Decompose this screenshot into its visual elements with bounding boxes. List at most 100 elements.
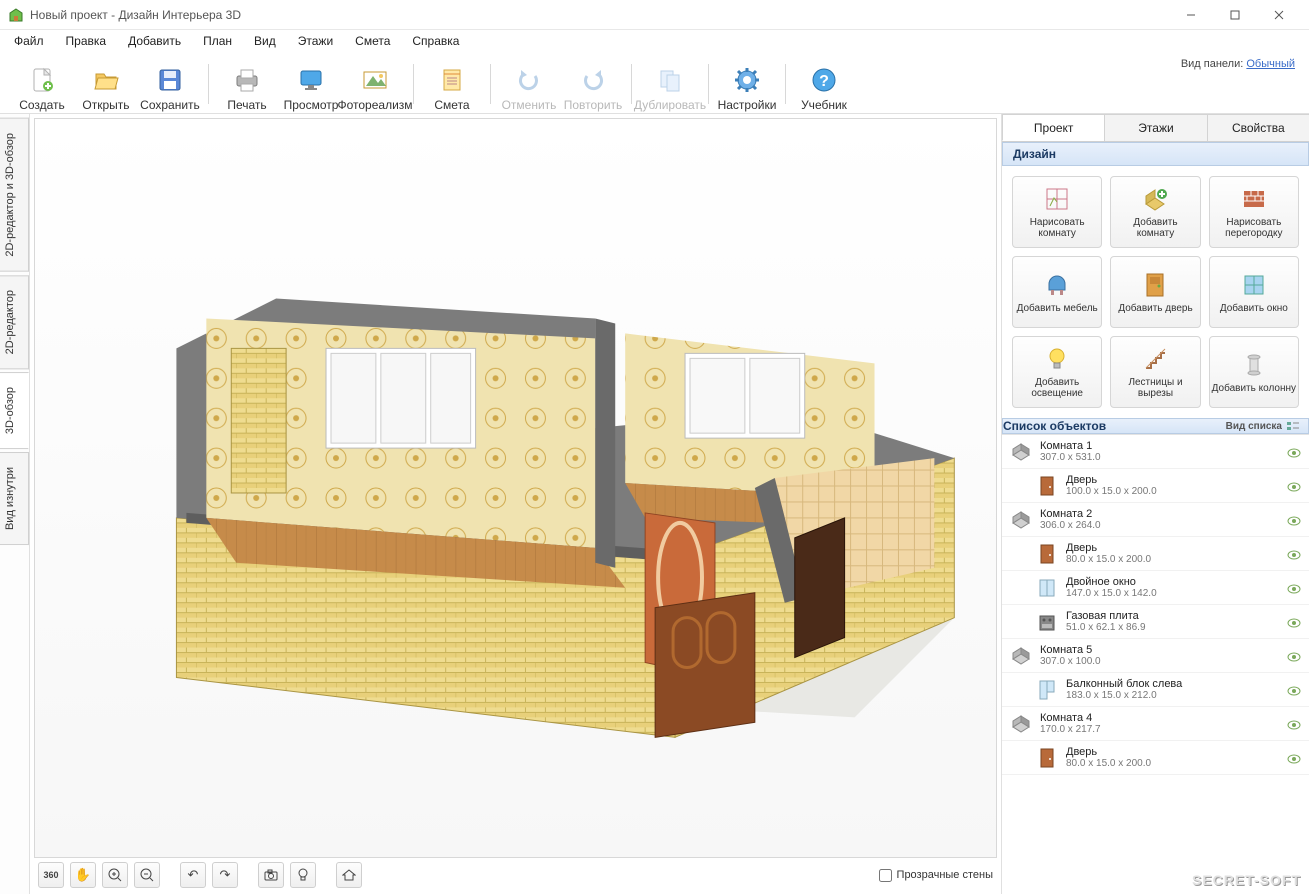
visibility-eye-icon[interactable] (1287, 652, 1301, 662)
transparent-walls-checkbox[interactable]: Прозрачные стены (879, 869, 993, 882)
tool-duplicate[interactable]: Дублировать (638, 56, 702, 112)
door-small-icon (1036, 747, 1058, 769)
right-tabs: Проект Этажи Свойства (1002, 114, 1309, 142)
object-dimensions: 147.0 x 15.0 x 142.0 (1066, 588, 1279, 599)
object-row[interactable]: Комната 2306.0 x 264.0 (1002, 503, 1309, 537)
tool-redo[interactable]: Повторить (561, 56, 625, 112)
menu-help[interactable]: Справка (402, 32, 469, 50)
room-3d-icon (1010, 713, 1032, 735)
object-dimensions: 307.0 x 100.0 (1040, 656, 1279, 667)
vtab-2d[interactable]: 2D-редактор (0, 275, 29, 369)
room-3d-icon (1010, 509, 1032, 531)
toolbar-separator (208, 64, 209, 104)
menu-estimate[interactable]: Смета (345, 32, 400, 50)
vbtn-rotate-right[interactable]: ↷ (212, 862, 238, 888)
list-view-mode[interactable]: Вид списка (1226, 420, 1300, 432)
visibility-eye-icon[interactable] (1287, 516, 1301, 526)
object-dimensions: 307.0 x 531.0 (1040, 452, 1279, 463)
object-row[interactable]: Дверь80.0 x 15.0 x 200.0 (1002, 537, 1309, 571)
object-dimensions: 80.0 x 15.0 x 200.0 (1066, 758, 1279, 769)
tool-new[interactable]: Создать (10, 56, 74, 112)
object-title: Дверь (1066, 542, 1279, 554)
rtab-floors[interactable]: Этажи (1104, 114, 1207, 141)
vbtn-home[interactable] (336, 862, 362, 888)
object-title: Газовая плита (1066, 610, 1279, 622)
vbtn-snapshot[interactable] (258, 862, 284, 888)
dbtn-stairs-cutouts[interactable]: Лестницы и вырезы (1110, 336, 1200, 408)
tool-photoreal[interactable]: Фотореализм (343, 56, 407, 112)
vbtn-zoom-out[interactable] (134, 862, 160, 888)
visibility-eye-icon[interactable] (1287, 448, 1301, 458)
object-row[interactable]: Балконный блок слева183.0 x 15.0 x 212.0 (1002, 673, 1309, 707)
door-small-icon (1036, 475, 1058, 497)
tool-tutorial[interactable]: ?Учебник (792, 56, 856, 112)
vbtn-light[interactable] (290, 862, 316, 888)
close-button[interactable] (1257, 0, 1301, 30)
dbtn-add-door[interactable]: Добавить дверь (1110, 256, 1200, 328)
object-row[interactable]: Комната 1307.0 x 531.0 (1002, 435, 1309, 469)
tool-estimate[interactable]: Смета (420, 56, 484, 112)
3d-viewport[interactable] (34, 118, 997, 858)
visibility-eye-icon[interactable] (1287, 754, 1301, 764)
vtab-inside[interactable]: Вид изнутри (0, 452, 29, 545)
object-dimensions: 100.0 x 15.0 x 200.0 (1066, 486, 1279, 497)
toolbar-separator (785, 64, 786, 104)
vbtn-360[interactable]: 360 (38, 862, 64, 888)
object-row[interactable]: Газовая плита51.0 x 62.1 x 86.9 (1002, 605, 1309, 639)
object-row[interactable]: Комната 5307.0 x 100.0 (1002, 639, 1309, 673)
menu-floors[interactable]: Этажи (288, 32, 343, 50)
menu-edit[interactable]: Правка (56, 32, 117, 50)
object-row[interactable]: Дверь80.0 x 15.0 x 200.0 (1002, 741, 1309, 775)
visibility-eye-icon[interactable] (1287, 686, 1301, 696)
dbtn-add-furniture[interactable]: Добавить мебель (1012, 256, 1102, 328)
transparent-walls-input[interactable] (879, 869, 892, 882)
visibility-eye-icon[interactable] (1287, 618, 1301, 628)
tool-print[interactable]: Печать (215, 56, 279, 112)
object-dimensions: 183.0 x 15.0 x 212.0 (1066, 690, 1279, 701)
tool-settings[interactable]: Настройки (715, 56, 779, 112)
object-dimensions: 306.0 x 264.0 (1040, 520, 1279, 531)
window-title: Новый проект - Дизайн Интерьера 3D (30, 8, 1169, 22)
dbtn-draw-partition[interactable]: Нарисовать перегородку (1209, 176, 1299, 248)
dbtn-add-window[interactable]: Добавить окно (1209, 256, 1299, 328)
visibility-eye-icon[interactable] (1287, 550, 1301, 560)
dbtn-add-lighting[interactable]: Добавить освещение (1012, 336, 1102, 408)
tool-undo[interactable]: Отменить (497, 56, 561, 112)
window-small-icon (1036, 577, 1058, 599)
maximize-button[interactable] (1213, 0, 1257, 30)
monitor-icon (295, 64, 327, 96)
rtab-project[interactable]: Проект (1002, 114, 1105, 141)
minimize-button[interactable] (1169, 0, 1213, 30)
visibility-eye-icon[interactable] (1287, 482, 1301, 492)
room-3d-icon (1010, 441, 1032, 463)
vtab-3d[interactable]: 3D-обзор (0, 372, 29, 449)
menu-view[interactable]: Вид (244, 32, 286, 50)
design-grid: Нарисовать комнату Добавить комнату Нари… (1002, 166, 1309, 418)
vbtn-pan[interactable]: ✋ (70, 862, 96, 888)
rtab-properties[interactable]: Свойства (1207, 114, 1309, 141)
dbtn-draw-room[interactable]: Нарисовать комнату (1012, 176, 1102, 248)
object-row[interactable]: Дверь100.0 x 15.0 x 200.0 (1002, 469, 1309, 503)
object-row[interactable]: Двойное окно147.0 x 15.0 x 142.0 (1002, 571, 1309, 605)
dbtn-add-column[interactable]: Добавить колонну (1209, 336, 1299, 408)
vbtn-rotate-left[interactable]: ↶ (180, 862, 206, 888)
menubar: Файл Правка Добавить План Вид Этажи Смет… (0, 30, 1309, 52)
menu-file[interactable]: Файл (4, 32, 54, 50)
object-row[interactable]: Комната 4170.0 x 217.7 (1002, 707, 1309, 741)
vbtn-zoom-in[interactable] (102, 862, 128, 888)
visibility-eye-icon[interactable] (1287, 720, 1301, 730)
tool-preview[interactable]: Просмотр (279, 56, 343, 112)
visibility-eye-icon[interactable] (1287, 584, 1301, 594)
menu-plan[interactable]: План (193, 32, 242, 50)
tool-save[interactable]: Сохранить (138, 56, 202, 112)
toolbar-separator (631, 64, 632, 104)
object-title: Комната 5 (1040, 644, 1279, 656)
vtab-2d-3d[interactable]: 2D-редактор и 3D-обзор (0, 118, 29, 272)
object-title: Балконный блок слева (1066, 678, 1279, 690)
dbtn-add-room[interactable]: Добавить комнату (1110, 176, 1200, 248)
menu-add[interactable]: Добавить (118, 32, 191, 50)
object-title: Комната 1 (1040, 440, 1279, 452)
object-list[interactable]: Комната 1307.0 x 531.0Дверь100.0 x 15.0 … (1002, 434, 1309, 894)
panel-mode-link[interactable]: Обычный (1246, 58, 1295, 70)
tool-open[interactable]: Открыть (74, 56, 138, 112)
